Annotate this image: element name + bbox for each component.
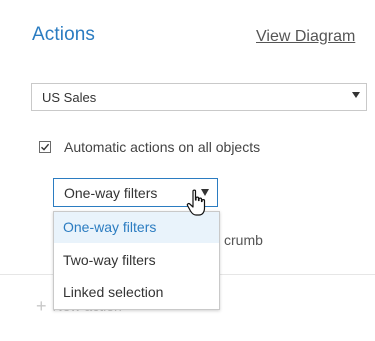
hand-cursor-icon: [186, 189, 206, 216]
checkmark-icon: [41, 143, 50, 151]
plus-icon: +: [36, 296, 47, 316]
view-diagram-link[interactable]: View Diagram: [256, 28, 355, 46]
chevron-down-icon: [352, 92, 360, 98]
dropdown-option[interactable]: Two-way filters: [54, 245, 219, 276]
sheet-select[interactable]: US Sales: [31, 83, 367, 111]
action-mode-value: One-way filters: [64, 185, 158, 201]
action-mode-dropdown: One-way filters Two-way filters Linked s…: [53, 211, 220, 310]
panel-title: Actions: [32, 24, 96, 45]
dropdown-option[interactable]: Linked selection: [54, 277, 219, 308]
obscured-option-text: crumb: [224, 232, 263, 248]
automatic-actions-label: Automatic actions on all objects: [64, 139, 261, 155]
sheet-select-value: US Sales: [42, 90, 97, 105]
automatic-actions-checkbox[interactable]: [39, 141, 51, 153]
actions-panel: Actions View Diagram US Sales Automatic …: [0, 0, 375, 341]
